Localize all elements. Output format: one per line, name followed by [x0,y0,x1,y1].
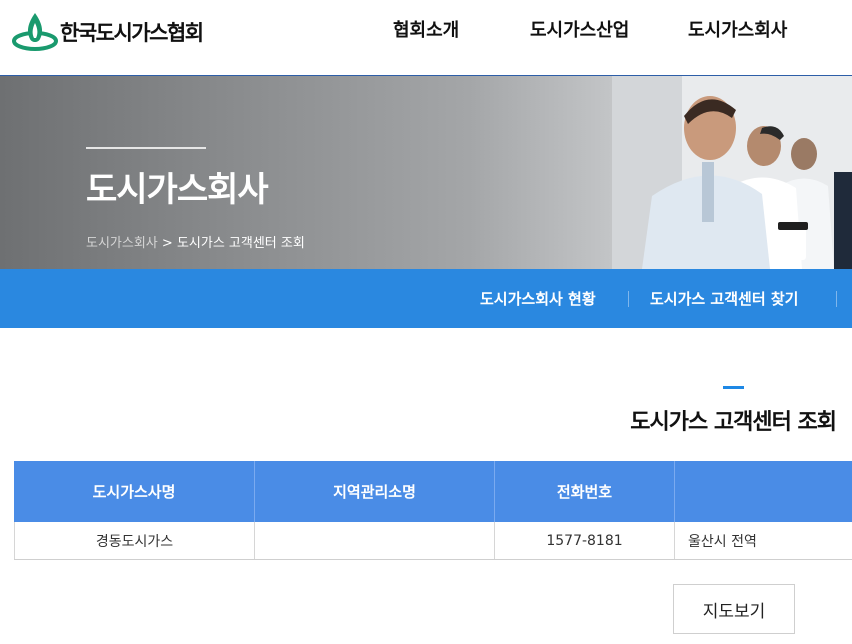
page-title: 도시가스회사 [86,170,269,210]
column-header-area [675,461,852,522]
service-center-table: 도시가스사명 지역관리소명 전화번호 경동도시가스 1577-8181 울산시 … [14,461,852,560]
breadcrumb-separator: > [161,236,173,251]
subnav-find-service-center[interactable]: 도시가스 고객센터 찾기 [650,269,798,328]
view-map-button[interactable]: 지도보기 [673,584,795,634]
cell-phone: 1577-8181 [495,522,675,559]
logo-text: 한국도시가스협회 [60,21,204,45]
subnav-divider [836,291,837,307]
section-title: 도시가스 고객센터 조회 [630,410,837,435]
sub-navigation: 도시가스회사 현황 도시가스 고객센터 찾기 [0,269,852,328]
table-row: 경동도시가스 1577-8181 울산시 전역 [14,522,852,560]
nav-industry[interactable]: 도시가스산업 [530,0,629,58]
subnav-divider [628,291,629,307]
table-header-row: 도시가스사명 지역관리소명 전화번호 [14,461,852,522]
hero-title-rule [86,147,206,149]
column-header-phone: 전화번호 [495,461,675,522]
hero-banner: 도시가스회사 도시가스회사 > 도시가스 고객센터 조회 [0,76,852,269]
subnav-company-status[interactable]: 도시가스회사 현황 [480,269,596,328]
cell-branch [255,522,495,559]
section-title-accent [723,386,744,389]
breadcrumb: 도시가스회사 > 도시가스 고객센터 조회 [86,232,305,251]
cell-company: 경동도시가스 [14,522,255,559]
logo-flame-icon [12,13,58,51]
nav-about[interactable]: 협회소개 [393,0,459,58]
column-header-company: 도시가스사명 [14,461,255,522]
cell-area: 울산시 전역 [688,533,757,550]
site-header: 한국도시가스협회 협회소개 도시가스산업 도시가스회사 [0,0,852,76]
nav-companies[interactable]: 도시가스회사 [688,0,787,58]
hero-people-photo [612,76,852,269]
column-header-branch: 지역관리소명 [255,461,495,522]
breadcrumb-item-companies[interactable]: 도시가스회사 [86,236,158,251]
site-logo[interactable]: 한국도시가스협회 [12,10,204,54]
breadcrumb-item-current: 도시가스 고객센터 조회 [176,236,305,251]
